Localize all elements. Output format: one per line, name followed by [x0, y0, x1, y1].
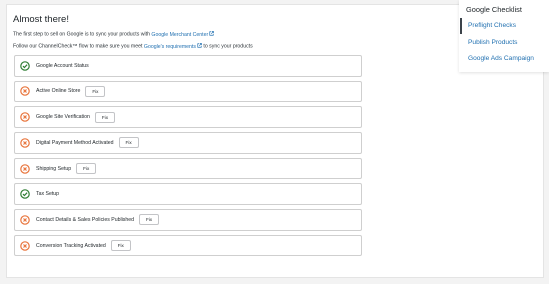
intro-line-2: Follow our ChannelCheck™ flow to make su…: [13, 43, 253, 50]
check-row: Shipping Setup Fix: [14, 157, 362, 180]
x-circle-icon: [20, 163, 30, 174]
checklist: Google Account Status Active Online Stor…: [14, 55, 362, 261]
x-circle-icon: [20, 112, 30, 122]
check-label: Digital Payment Method Activated: [36, 139, 114, 146]
check-label: Active Online Store: [36, 88, 81, 95]
intro-suffix: to sync your products: [203, 43, 253, 50]
fix-button[interactable]: Fix: [76, 163, 97, 174]
active-indicator: [460, 18, 462, 34]
check-circle-icon: [20, 60, 30, 71]
merchant-center-link[interactable]: Google Merchant Center: [151, 31, 215, 38]
nav-preflight-checks[interactable]: Preflight Checks: [468, 22, 516, 29]
check-label: Tax Setup: [36, 191, 60, 198]
check-label: Shipping Setup: [36, 165, 72, 172]
check-row: Google Site Verification Fix: [14, 106, 362, 128]
check-label: Contact Details & Sales Policies Publish…: [36, 216, 135, 223]
fix-button[interactable]: Fix: [110, 240, 131, 252]
intro-line-1: The first step to sell on Google is to s…: [13, 31, 215, 38]
checklist-title: Google Checklist: [466, 5, 522, 14]
intro-prefix: Follow our ChannelCheck™ flow to make su…: [13, 43, 143, 50]
intro-text: The first step to sell on Google is to s…: [13, 31, 150, 38]
x-circle-icon: [20, 215, 30, 225]
check-row: Digital Payment Method Activated Fix: [14, 132, 362, 154]
check-row: Tax Setup: [14, 183, 362, 205]
page-title: Almost there!: [13, 14, 69, 25]
external-link-icon: [209, 31, 215, 36]
check-circle-icon: [20, 189, 30, 199]
check-row: Contact Details & Sales Policies Publish…: [14, 209, 362, 231]
nav-google-ads-campaign[interactable]: Google Ads Campaign: [468, 55, 534, 62]
check-row: Active Online Store Fix: [14, 80, 362, 103]
check-row: Conversion Tracking Activated Fix: [14, 234, 362, 257]
fix-button[interactable]: Fix: [85, 85, 106, 97]
x-circle-icon: [20, 86, 30, 97]
google-requirements-link[interactable]: Google's requirements: [144, 43, 202, 50]
check-row: Google Account Status: [14, 55, 362, 77]
x-circle-icon: [20, 240, 30, 251]
external-link-icon: [197, 43, 202, 48]
x-circle-icon: [20, 138, 30, 148]
fix-button[interactable]: Fix: [94, 111, 115, 123]
check-label: Conversion Tracking Activated: [36, 242, 106, 249]
fix-button[interactable]: Fix: [118, 137, 139, 149]
check-label: Google Site Verification: [36, 114, 90, 121]
check-label: Google Account Status: [36, 62, 89, 69]
nav-publish-products[interactable]: Publish Products: [468, 39, 517, 46]
fix-button[interactable]: Fix: [139, 214, 160, 226]
google-checklist-panel: Google Checklist Preflight Checks Publis…: [459, 0, 549, 72]
